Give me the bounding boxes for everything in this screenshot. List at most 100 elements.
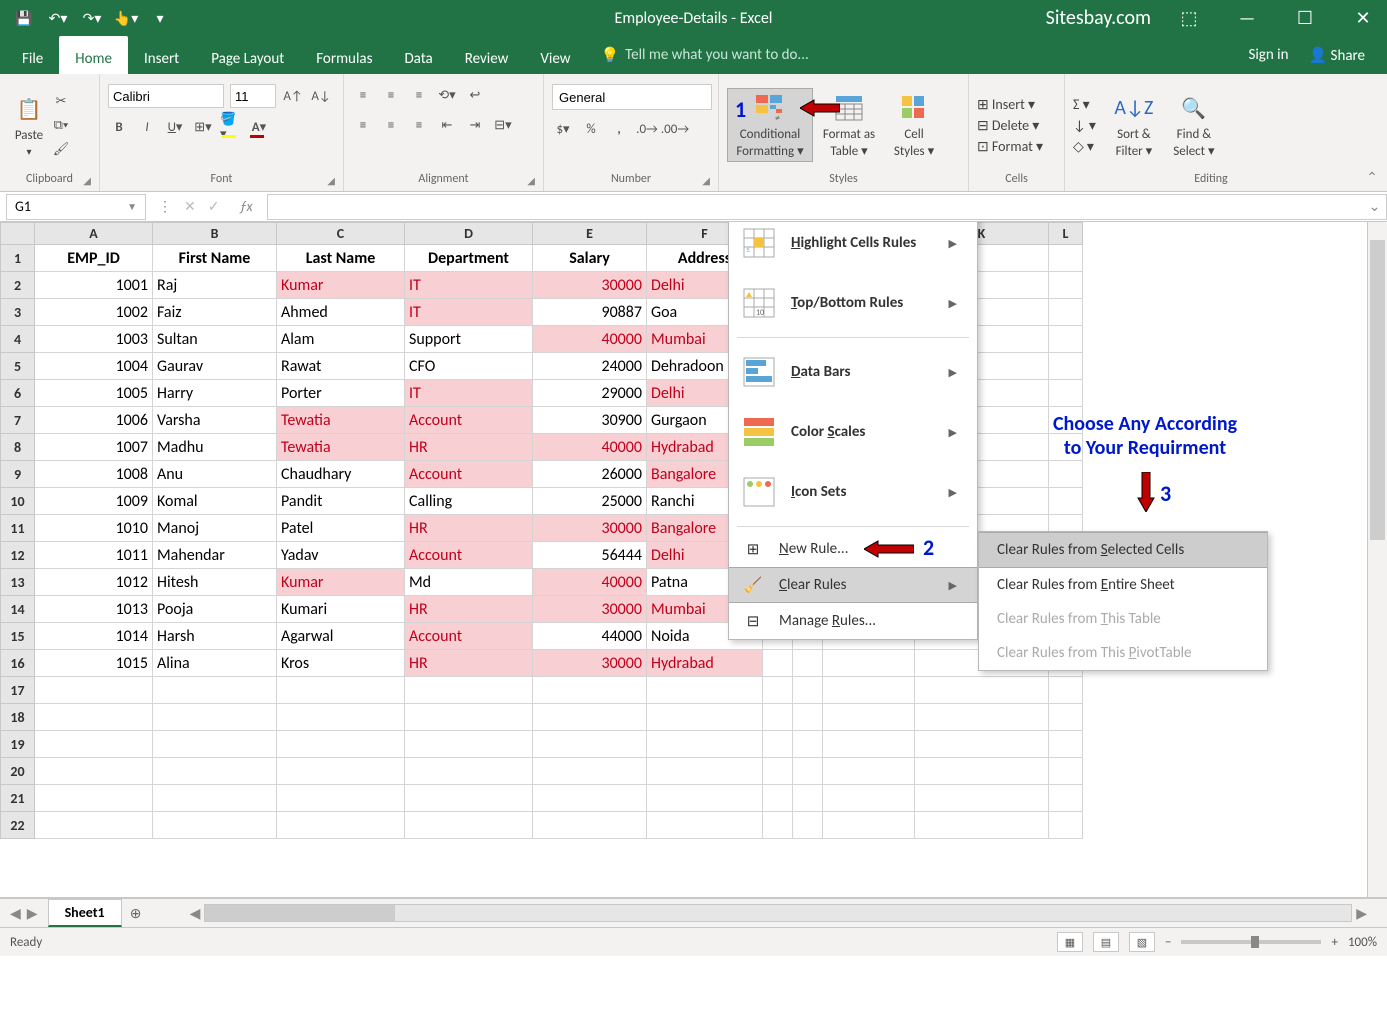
cell[interactable]: 1011 <box>35 542 153 569</box>
cell[interactable] <box>1049 461 1083 488</box>
cell[interactable] <box>405 758 533 785</box>
tab-home[interactable]: Home <box>59 36 128 74</box>
cell[interactable] <box>647 731 763 758</box>
cell[interactable]: 1015 <box>35 650 153 677</box>
column-header[interactable]: B <box>153 223 277 245</box>
cell[interactable]: IT <box>405 380 533 407</box>
cell[interactable] <box>405 704 533 731</box>
share-button[interactable]: 👤 Share <box>1308 46 1365 65</box>
cell[interactable] <box>915 677 1049 704</box>
sheet-tab-sheet1[interactable]: Sheet1 <box>48 899 122 927</box>
decrease-indent-icon[interactable]: ⇤ <box>436 114 458 136</box>
decrease-decimal-icon[interactable]: .00→ <box>664 118 686 140</box>
cell[interactable] <box>793 650 823 677</box>
tab-formulas[interactable]: Formulas <box>300 36 388 74</box>
qat-customize-icon[interactable]: ▾ <box>146 4 174 32</box>
column-heading-cell[interactable]: EMP_ID <box>35 245 153 272</box>
cell[interactable]: Kumar <box>277 272 405 299</box>
cell[interactable]: Harry <box>153 380 277 407</box>
cell[interactable]: 25000 <box>533 488 647 515</box>
cell[interactable]: Manoj <box>153 515 277 542</box>
cell[interactable] <box>793 758 823 785</box>
autosum-button[interactable]: Σ ▾ <box>1073 96 1096 113</box>
cell[interactable] <box>823 677 915 704</box>
tab-view[interactable]: View <box>524 36 586 74</box>
cell[interactable]: Patel <box>277 515 405 542</box>
cell[interactable]: Komal <box>153 488 277 515</box>
cell[interactable]: 1006 <box>35 407 153 434</box>
cell[interactable]: 24000 <box>533 353 647 380</box>
tab-review[interactable]: Review <box>449 36 525 74</box>
accounting-format-icon[interactable]: $▾ <box>552 118 574 140</box>
cell[interactable]: Rawat <box>277 353 405 380</box>
cell[interactable]: Alam <box>277 326 405 353</box>
increase-font-icon[interactable]: A↑ <box>282 85 304 107</box>
cell[interactable]: 30000 <box>533 650 647 677</box>
cell[interactable] <box>1049 299 1083 326</box>
cell[interactable] <box>35 677 153 704</box>
cell[interactable]: Varsha <box>153 407 277 434</box>
row-header[interactable]: 11 <box>1 515 35 542</box>
italic-button[interactable]: I <box>136 116 158 138</box>
wrap-text-icon[interactable]: ↩ <box>464 84 486 106</box>
row-header[interactable]: 6 <box>1 380 35 407</box>
enter-formula-icon[interactable]: ✓ <box>208 198 220 215</box>
cell[interactable] <box>533 758 647 785</box>
cell[interactable]: Raj <box>153 272 277 299</box>
cell[interactable] <box>823 785 915 812</box>
cell[interactable]: 1005 <box>35 380 153 407</box>
zoom-in-button[interactable]: + <box>1331 935 1337 950</box>
cell[interactable]: 1012 <box>35 569 153 596</box>
cell[interactable] <box>153 731 277 758</box>
cell[interactable]: Sultan <box>153 326 277 353</box>
cell[interactable]: 26000 <box>533 461 647 488</box>
format-painter-icon[interactable]: 🖌 <box>50 138 72 160</box>
sign-in-link[interactable]: Sign in <box>1248 46 1288 64</box>
cell[interactable]: Kumari <box>277 596 405 623</box>
cell[interactable] <box>153 785 277 812</box>
align-middle-icon[interactable]: ≡ <box>380 84 402 106</box>
cell[interactable] <box>793 677 823 704</box>
cell[interactable] <box>793 812 823 839</box>
cell[interactable]: IT <box>405 272 533 299</box>
cell[interactable]: Pandit <box>277 488 405 515</box>
menu-top-bottom-rules[interactable]: 10 Top/Bottom Rules ▶ <box>729 273 977 333</box>
cell-styles-button[interactable]: Cell Styles ▾ <box>885 89 943 161</box>
tell-me-search[interactable]: 💡 Tell me what you want to do... <box>600 36 808 74</box>
cell[interactable] <box>153 677 277 704</box>
increase-decimal-icon[interactable]: .0→ <box>636 118 658 140</box>
cell[interactable] <box>763 677 793 704</box>
cell[interactable] <box>405 677 533 704</box>
cell[interactable]: Tewatia <box>277 407 405 434</box>
cell[interactable]: 30000 <box>533 596 647 623</box>
cell[interactable]: Porter <box>277 380 405 407</box>
save-icon[interactable]: 💾 <box>10 4 38 32</box>
cell[interactable] <box>647 677 763 704</box>
cell[interactable]: Harsh <box>153 623 277 650</box>
cell[interactable] <box>915 785 1049 812</box>
menu-icon-sets[interactable]: Icon Sets ▶ <box>729 462 977 522</box>
number-format-select[interactable] <box>552 84 712 110</box>
cell[interactable] <box>277 731 405 758</box>
cell[interactable]: Account <box>405 407 533 434</box>
cell[interactable] <box>915 812 1049 839</box>
cell[interactable]: 1004 <box>35 353 153 380</box>
row-header[interactable]: 2 <box>1 272 35 299</box>
cell[interactable] <box>793 704 823 731</box>
cell[interactable]: HR <box>405 515 533 542</box>
column-heading-cell[interactable]: Salary <box>533 245 647 272</box>
cell[interactable]: 1001 <box>35 272 153 299</box>
cell[interactable] <box>1049 704 1083 731</box>
row-header[interactable]: 9 <box>1 461 35 488</box>
cell[interactable] <box>35 704 153 731</box>
cell[interactable] <box>647 704 763 731</box>
cell[interactable]: 29000 <box>533 380 647 407</box>
cell[interactable]: Yadav <box>277 542 405 569</box>
cell[interactable]: Calling <box>405 488 533 515</box>
cell[interactable] <box>647 812 763 839</box>
cell[interactable]: 1003 <box>35 326 153 353</box>
cell[interactable] <box>35 785 153 812</box>
increase-indent-icon[interactable]: ⇥ <box>464 114 486 136</box>
font-name-select[interactable] <box>108 84 224 108</box>
cell[interactable] <box>533 812 647 839</box>
